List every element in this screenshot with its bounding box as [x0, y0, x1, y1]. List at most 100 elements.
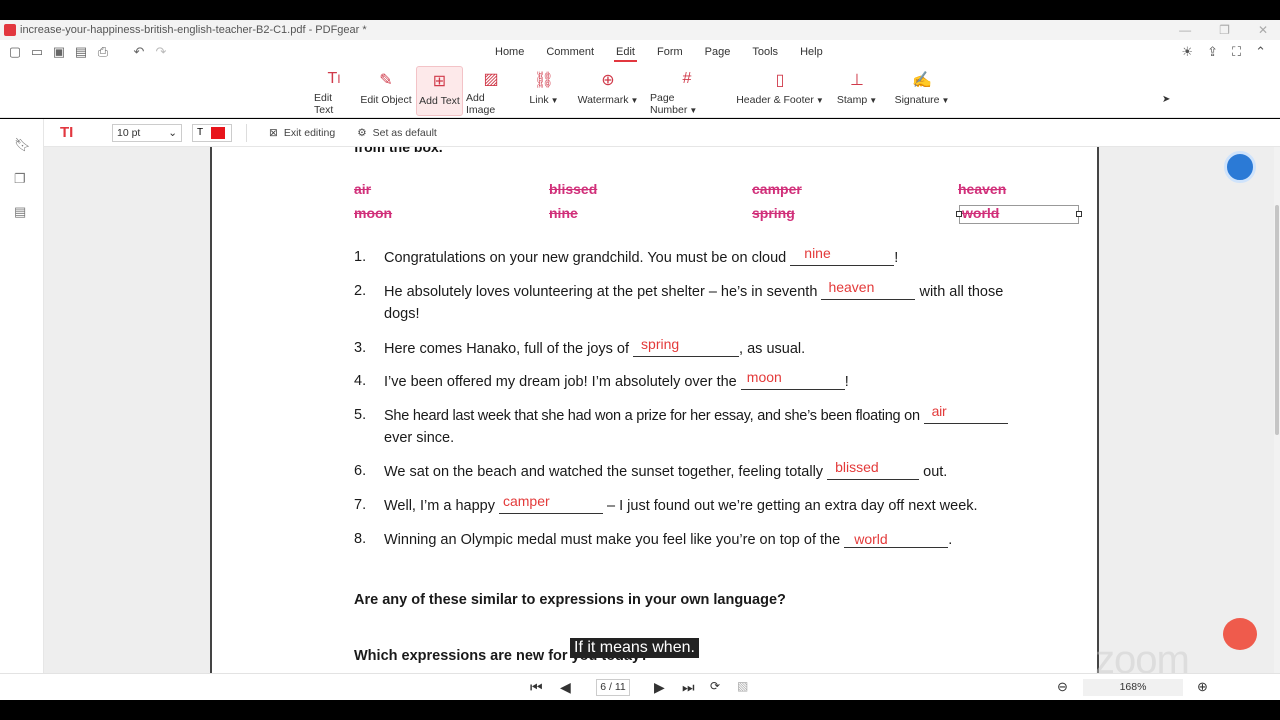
last-page-icon[interactable]: ⏭	[682, 679, 695, 696]
tab-form[interactable]: Form	[646, 40, 694, 64]
save-as-icon[interactable]: ▤	[74, 44, 88, 60]
question-number: 8.	[354, 531, 367, 547]
answer-text[interactable]: spring	[641, 336, 679, 352]
word-blissed[interactable]: blissed	[549, 181, 597, 197]
tab-tools[interactable]: Tools	[741, 40, 789, 64]
answer-text[interactable]: air	[932, 403, 947, 419]
tab-home[interactable]: Home	[484, 40, 535, 64]
header-footer-button[interactable]: ▯ Header & Footer ▼	[736, 66, 824, 116]
add-text-button[interactable]: ⊞ Add Text	[416, 66, 463, 116]
selection-box[interactable]	[959, 205, 1079, 224]
word-camper[interactable]: camper	[752, 181, 802, 197]
answer-blank[interactable]: air	[923, 403, 1008, 424]
question-text: Winning an Olympic medal must make you f…	[384, 532, 841, 548]
answer-text[interactable]: nine	[804, 245, 830, 261]
question-number: 3.	[354, 340, 367, 356]
question-5: She heard last week that she had won a p…	[384, 403, 1008, 424]
watermark-button[interactable]: ⊕ Watermark ▼	[576, 66, 640, 116]
signature-button[interactable]: ✍ Signature ▼	[894, 66, 950, 116]
edit-object-button[interactable]: ✎ Edit Object	[360, 66, 412, 116]
set-default-icon: ⚙	[357, 126, 367, 139]
page-number-button[interactable]: # Page Number ▼	[650, 66, 724, 116]
collapse-ribbon-icon[interactable]: ⌃	[1255, 44, 1266, 60]
ai-assistant-icon[interactable]	[1223, 618, 1257, 650]
tab-page[interactable]: Page	[694, 40, 742, 64]
convert-pdf-icon[interactable]	[1224, 151, 1256, 183]
resize-handle-left[interactable]	[956, 211, 962, 217]
answer-text[interactable]: moon	[747, 369, 782, 385]
word-nine[interactable]: nine	[549, 205, 578, 221]
answer-blank[interactable]: heaven	[821, 279, 916, 300]
share-icon[interactable]: ⇪	[1207, 44, 1218, 60]
scrollbar-thumb[interactable]	[1275, 205, 1279, 435]
tab-comment[interactable]: Comment	[535, 40, 605, 64]
page-view-icon[interactable]: ▧	[737, 679, 748, 693]
close-icon[interactable]: ✕	[1258, 23, 1268, 37]
exit-editing-label: Exit editing	[283, 126, 336, 139]
comments-icon[interactable]: ▤	[14, 204, 28, 219]
question-end: out.	[923, 464, 948, 480]
document-viewport[interactable]: from the box. air blissed camper heaven …	[44, 147, 1274, 673]
page-number-input[interactable]: 6 / 11	[596, 679, 630, 696]
question-number: 6.	[354, 463, 367, 479]
add-image-button[interactable]: ▨ Add Image	[466, 66, 516, 116]
text-color-picker[interactable]: T	[192, 123, 232, 142]
tab-edit[interactable]: Edit	[605, 40, 646, 64]
pdf-page[interactable]: from the box. air blissed camper heaven …	[210, 147, 1099, 673]
edit-text-icon: TI	[327, 70, 341, 87]
quick-access-toolbar: ▢ ▭ ▣ ▤ ⎙ ↶ ↷	[8, 44, 168, 60]
answer-blank[interactable]: nine	[790, 245, 895, 266]
link-button[interactable]: ⛓ Link ▼	[526, 66, 562, 116]
answer-text[interactable]: blissed	[835, 459, 879, 475]
bookmark-icon[interactable]: 🔖︎	[14, 137, 31, 152]
divider	[246, 123, 247, 142]
next-page-icon[interactable]: ▶	[654, 679, 665, 696]
answer-text[interactable]: camper	[503, 493, 550, 509]
word-spring[interactable]: spring	[752, 205, 795, 221]
answer-blank[interactable]: spring	[633, 336, 740, 357]
open-folder-icon[interactable]: ▭	[30, 44, 44, 60]
link-label-wrap: Link ▼	[529, 94, 558, 106]
letterbox-top	[0, 0, 1280, 20]
stamp-button[interactable]: ⊥ Stamp ▼	[836, 66, 878, 116]
minimize-icon[interactable]: —	[1179, 23, 1191, 37]
answer-blank[interactable]: camper	[498, 493, 603, 514]
word-heaven[interactable]: heaven	[958, 181, 1006, 197]
header-footer-icon: ▯	[775, 72, 785, 89]
undo-icon[interactable]: ↶	[132, 44, 146, 60]
resize-handle-right[interactable]	[1076, 211, 1082, 217]
previous-page-icon[interactable]: ◀	[560, 679, 571, 696]
first-page-icon[interactable]: ⏮	[530, 679, 543, 696]
zoom-out-icon[interactable]: ⊖	[1057, 679, 1068, 695]
answer-blank[interactable]: blissed	[827, 459, 920, 480]
zoom-in-icon[interactable]: ⊕	[1197, 679, 1208, 695]
question-text: We sat on the beach and watched the suns…	[384, 464, 824, 480]
redo-icon[interactable]: ↷	[154, 44, 168, 60]
zoom-level[interactable]: 168%	[1083, 679, 1183, 696]
question-end: – I just found out we’re getting an extr…	[607, 498, 978, 514]
set-default-button[interactable]: ⚙ Set as default	[357, 127, 437, 139]
text-tool-icon[interactable]: TI	[60, 124, 80, 141]
pages-icon[interactable]: ❐	[14, 171, 28, 186]
word-moon[interactable]: moon	[354, 205, 392, 221]
new-file-icon[interactable]: ▢	[8, 44, 22, 60]
question-5-line2: ever since.	[384, 430, 455, 446]
exit-editing-button[interactable]: ⊠ Exit editing	[269, 127, 335, 139]
print-icon[interactable]: ⎙	[96, 44, 110, 60]
question-text: Congratulations on your new grandchild. …	[384, 250, 787, 266]
font-size-select[interactable]: 10 pt ⌄	[112, 123, 182, 142]
answer-text[interactable]: heaven	[828, 279, 874, 295]
edit-object-label: Edit Object	[360, 94, 412, 106]
fullscreen-icon[interactable]: ⛶	[1232, 44, 1241, 60]
word-air[interactable]: air	[354, 181, 371, 197]
save-icon[interactable]: ▣	[52, 44, 66, 60]
answer-blank[interactable]: world	[844, 531, 949, 548]
theme-icon[interactable]: ☀	[1181, 44, 1193, 60]
edit-text-button[interactable]: TI Edit Text	[314, 66, 354, 116]
restore-icon[interactable]: ❐	[1219, 23, 1230, 37]
answer-blank[interactable]: moon	[740, 369, 845, 390]
answer-text[interactable]: world	[854, 531, 887, 547]
menu-tabs: Home Comment Edit Form Page Tools Help	[484, 40, 834, 64]
rotate-page-icon[interactable]: ⟳	[710, 679, 720, 693]
tab-help[interactable]: Help	[789, 40, 834, 64]
